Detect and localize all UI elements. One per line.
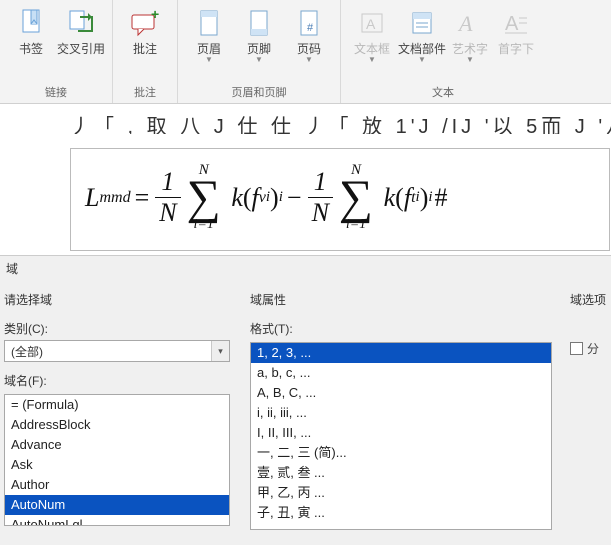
comment-button[interactable]: + 批注	[119, 2, 171, 85]
ribbon-group-title-headerfooter: 页眉和页脚	[184, 85, 334, 103]
svg-text:+: +	[151, 9, 159, 22]
list-item[interactable]: Author	[5, 475, 229, 495]
dropcap-icon: A	[503, 6, 529, 40]
eq-frac-2: 1 N	[308, 169, 333, 226]
ribbon-group-links: 书签 交叉引用 链接	[0, 0, 113, 103]
svg-text:A: A	[366, 16, 376, 32]
list-item[interactable]: 壹, 贰, 叁 ...	[251, 463, 551, 483]
fieldname-label: 域名(F):	[4, 372, 230, 389]
chevron-down-icon: ▼	[255, 56, 263, 64]
header-icon	[198, 6, 220, 40]
bookmark-label: 书签	[19, 42, 43, 56]
dialog-right-column: 域选项 分	[570, 287, 607, 530]
list-item[interactable]: = (Formula)	[5, 395, 229, 415]
list-item[interactable]: i, ii, iii, ...	[251, 403, 551, 423]
bookmark-button[interactable]: 书签	[6, 2, 56, 85]
svg-text:A: A	[505, 13, 519, 35]
bookmark-icon	[20, 6, 42, 40]
dropcap-label: 首字下	[498, 42, 534, 56]
footer-label: 页脚	[247, 42, 271, 56]
list-item[interactable]: AutoNumLgl	[5, 515, 229, 526]
quickparts-label: 文档部件	[398, 42, 446, 56]
ribbon-group-title-text: 文本	[347, 85, 539, 103]
textbox-icon: A	[360, 6, 384, 40]
list-item[interactable]: I, II, III, ...	[251, 423, 551, 443]
chevron-down-icon: ▼	[205, 56, 213, 64]
list-item[interactable]: 甲, 乙, 丙 ...	[251, 483, 551, 503]
page-number-icon: #	[298, 6, 320, 40]
checkbox-icon[interactable]	[570, 342, 583, 355]
cross-reference-label: 交叉引用	[57, 42, 105, 56]
header-label: 页眉	[197, 42, 221, 56]
category-value: (全部)	[5, 343, 211, 360]
option-checkbox-row[interactable]: 分	[570, 340, 607, 357]
ribbon-group-headerfooter: 页眉 ▼ 页脚 ▼ # 页码 ▼ 页眉和页脚	[178, 0, 341, 103]
wordart-icon: A	[457, 6, 483, 40]
format-listbox[interactable]: 1, 2, 3, ...a, b, c, ...A, B, C, ...i, i…	[250, 342, 552, 530]
dropcap-button[interactable]: A 首字下	[493, 2, 539, 85]
ribbon-group-title-links: 链接	[6, 85, 106, 103]
comment-label: 批注	[133, 42, 157, 56]
chevron-down-icon: ▼	[368, 56, 376, 64]
document-area: 丿「 , 取 八 J 仕 仕 丿「 放 1'J /IJ '以 5而 J '八 心…	[0, 104, 611, 251]
format-label: 格式(T):	[250, 320, 552, 337]
cross-reference-icon	[68, 6, 94, 40]
list-item[interactable]: 1, 2, 3, ...	[251, 343, 551, 363]
category-label: 类别(C):	[4, 320, 230, 337]
field-dialog: 域 请选择域 类别(C): (全部) ▾ 域名(F): = (Formula)A…	[0, 255, 611, 545]
page-number-button[interactable]: # 页码 ▼	[284, 2, 334, 85]
dialog-title: 域	[0, 256, 611, 287]
list-item[interactable]: AutoNum	[5, 495, 229, 515]
eq-lhs-sub: mmd	[99, 189, 130, 207]
list-item[interactable]: Advance	[5, 435, 229, 455]
eq-sum-2: N ∑ i=1	[339, 163, 373, 232]
list-item[interactable]: 子, 丑, 寅 ...	[251, 503, 551, 523]
equation-object[interactable]: Lmmd = 1 N N ∑ i=1 k(fvi)i − 1 N N ∑ i=1…	[70, 148, 610, 251]
quickparts-icon	[410, 6, 434, 40]
chevron-down-icon: ▼	[305, 56, 313, 64]
document-text-line: 丿「 , 取 八 J 仕 仕 丿「 放 1'J /IJ '以 5而 J '八 心…	[70, 110, 611, 134]
list-item[interactable]: 一, 二, 三 (简)...	[251, 443, 551, 463]
footer-button[interactable]: 页脚 ▼	[234, 2, 284, 85]
ribbon: 书签 交叉引用 链接 + 批注 批注	[0, 0, 611, 104]
chevron-down-icon: ▼	[418, 56, 426, 64]
wordart-label: 艺术字	[452, 42, 488, 56]
field-props-head: 域属性	[250, 291, 552, 308]
eq-equals: =	[131, 183, 154, 213]
eq-minus: −	[283, 183, 306, 213]
option-checkbox-label: 分	[587, 340, 599, 357]
comment-icon: +	[130, 6, 160, 40]
wordart-button[interactable]: A 艺术字 ▼	[447, 2, 493, 85]
list-item[interactable]: AddressBlock	[5, 415, 229, 435]
eq-lhs-var: L	[85, 183, 99, 213]
list-item[interactable]: Ask	[5, 455, 229, 475]
chevron-down-icon: ▼	[466, 56, 474, 64]
category-combobox[interactable]: (全部) ▾	[4, 340, 230, 362]
dialog-mid-column: 域属性 格式(T): 1, 2, 3, ...a, b, c, ...A, B,…	[250, 287, 552, 530]
textbox-button[interactable]: A 文本框 ▼	[347, 2, 397, 85]
ribbon-group-text: A 文本框 ▼ 文档部件 ▼ A 艺术字 ▼ A	[341, 0, 545, 103]
footer-icon	[248, 6, 270, 40]
cross-reference-button[interactable]: 交叉引用	[56, 2, 106, 85]
svg-text:A: A	[457, 11, 473, 36]
textbox-label: 文本框	[354, 42, 390, 56]
list-item[interactable]: A, B, C, ...	[251, 383, 551, 403]
dialog-left-column: 请选择域 类别(C): (全部) ▾ 域名(F): = (Formula)Add…	[4, 287, 230, 530]
select-field-head: 请选择域	[4, 291, 230, 308]
svg-text:#: #	[307, 22, 314, 34]
eq-frac-1: 1 N	[155, 169, 180, 226]
ribbon-group-comments: + 批注 批注	[113, 0, 178, 103]
page-number-label: 页码	[297, 42, 321, 56]
ribbon-group-title-comments: 批注	[119, 85, 171, 103]
eq-sum-1: N ∑ i=1	[187, 163, 221, 232]
chevron-down-icon[interactable]: ▾	[211, 341, 229, 361]
field-options-head: 域选项	[570, 291, 607, 308]
quickparts-button[interactable]: 文档部件 ▼	[397, 2, 447, 85]
header-button[interactable]: 页眉 ▼	[184, 2, 234, 85]
field-names-listbox[interactable]: = (Formula)AddressBlockAdvanceAskAuthorA…	[4, 394, 230, 526]
list-item[interactable]: a, b, c, ...	[251, 363, 551, 383]
